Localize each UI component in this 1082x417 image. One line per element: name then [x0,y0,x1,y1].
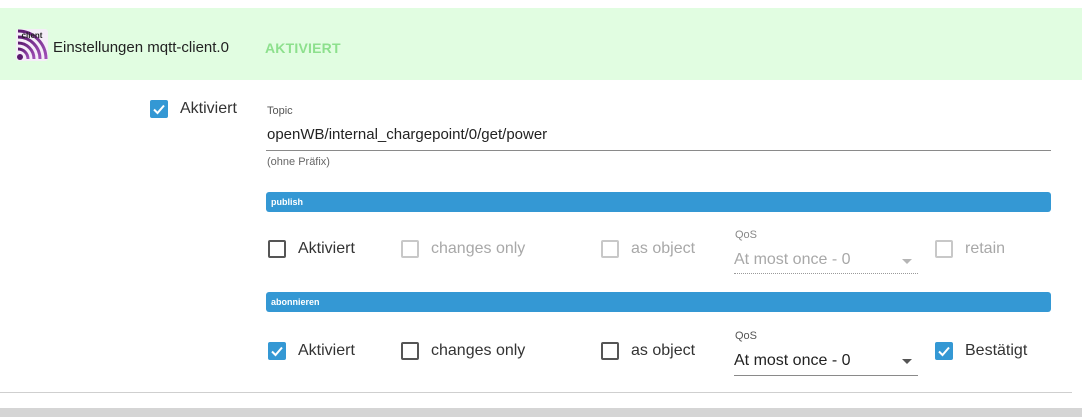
checkmark-icon [271,346,283,357]
publish-as-object-checkbox[interactable] [601,240,619,258]
status-badge: AKTIVIERT [265,40,341,56]
subscribe-enabled-checkbox[interactable] [268,342,286,360]
chevron-down-icon [902,259,912,264]
subscribe-as-object-checkbox[interactable] [601,342,619,360]
subscribe-qos-label: QoS [735,330,758,342]
subscribe-changes-only-label: changes only [431,342,526,359]
subscribe-qos-select[interactable]: At most once - 0 [734,352,851,370]
subscribe-ack-checkbox[interactable] [935,342,953,360]
topic-underline [266,150,1051,151]
publish-qos-label: QoS [735,229,758,241]
checkmark-icon [153,104,165,115]
mqtt-client-logo-icon: client [16,29,48,61]
subscribe-changes-only-checkbox[interactable] [401,342,419,360]
publish-enabled-label: Aktiviert [298,240,355,257]
publish-enabled-checkbox[interactable] [268,240,286,258]
publish-qos-underline [734,273,918,274]
subscribe-as-object-label: as object [631,342,696,359]
publish-section-header: publish [266,192,1051,212]
subscribe-section-header: abonnieren [266,292,1051,312]
publish-changes-only-checkbox[interactable] [401,240,419,258]
publish-retain-checkbox[interactable] [935,240,953,258]
topic-hint: (ohne Präfix) [267,156,330,168]
publish-changes-only-label: changes only [431,240,526,257]
checkmark-icon [938,346,950,357]
chevron-down-icon [902,359,912,364]
main-enabled-checkbox[interactable] [150,100,168,118]
publish-as-object-label: as object [631,240,696,257]
divider [0,392,1072,393]
instance-header: client Einstellungen mqtt-client.0 AKTIV… [0,8,1082,80]
subscribe-enabled-label: Aktiviert [298,342,355,359]
main-enabled-label: Aktiviert [180,100,237,117]
topic-input[interactable]: openWB/internal_chargepoint/0/get/power [267,126,547,143]
footer-strip [0,408,1082,417]
publish-retain-label: retain [965,240,1006,257]
subscribe-qos-underline [734,375,918,376]
publish-qos-select[interactable]: At most once - 0 [734,251,851,269]
settings-title: Einstellungen mqtt-client.0 [53,39,229,56]
topic-label: Topic [267,105,293,117]
svg-text:client: client [22,31,43,40]
subscribe-ack-label: Bestätigt [965,342,1028,359]
